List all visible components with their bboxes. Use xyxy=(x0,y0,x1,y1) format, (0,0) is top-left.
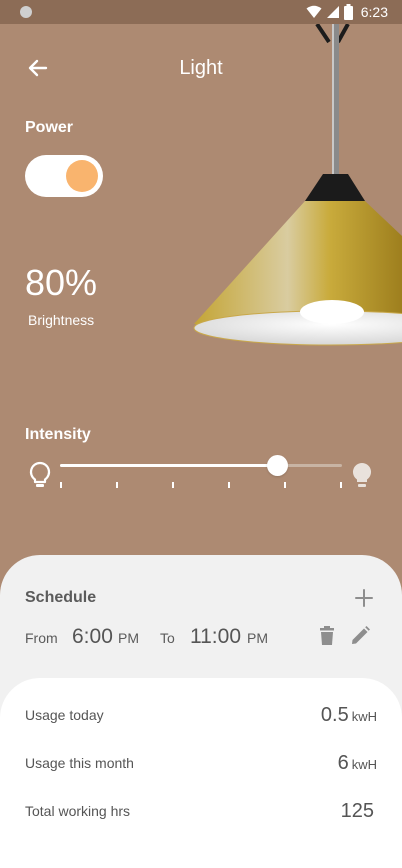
schedule-title: Schedule xyxy=(25,589,97,606)
lamp-bulb-glow xyxy=(300,300,364,324)
brightness-value: 80% xyxy=(25,262,98,303)
total-hours-label: Total working hrs xyxy=(25,803,131,819)
slider-tick xyxy=(172,482,174,488)
slider-thumb[interactable] xyxy=(267,455,288,476)
plus-icon xyxy=(355,589,373,607)
status-icons: 6:23 xyxy=(306,3,388,21)
lamp-wire-left xyxy=(315,24,331,44)
slider-tick xyxy=(228,482,230,488)
usage-month-number: 6 xyxy=(337,752,349,774)
lamp-wire-right xyxy=(336,24,350,43)
to-time[interactable]: 11:00 xyxy=(190,625,241,649)
usage-today-number: 0.5 xyxy=(320,704,349,726)
slider-fill xyxy=(60,464,277,467)
from-ampm: PM xyxy=(118,630,139,646)
trash-icon xyxy=(320,626,334,645)
add-schedule-button[interactable] xyxy=(352,586,376,610)
bulb-outline-icon xyxy=(29,461,51,487)
from-label: From xyxy=(25,630,58,646)
usage-month-label: Usage this month xyxy=(25,755,134,771)
lamp-cap xyxy=(305,174,365,201)
light-control-screen: 6:23 Light Power 80% Brightness Intensit… xyxy=(0,0,402,868)
battery-icon xyxy=(343,4,353,20)
usage-today-unit: kwH xyxy=(351,709,377,724)
intensity-label: Intensity xyxy=(25,426,91,443)
pencil-icon xyxy=(352,626,370,644)
notification-icon xyxy=(20,6,32,18)
edit-schedule-button[interactable] xyxy=(349,625,371,647)
pendant-lamp-illustration xyxy=(193,24,402,346)
total-hours-value: 125 xyxy=(341,800,377,823)
to-label: To xyxy=(160,630,175,646)
usage-today-value: 0.5 kwH xyxy=(321,704,377,727)
status-bar: 6:23 xyxy=(0,0,402,24)
from-time[interactable]: 6:00 xyxy=(72,625,113,649)
total-hours-number: 125 xyxy=(340,800,374,822)
lamp-shade xyxy=(194,201,402,324)
usage-card: Usage today 0.5 kwH Usage this month 6 kwH… xyxy=(0,678,402,868)
to-ampm: PM xyxy=(247,630,268,646)
bulb-filled-icon xyxy=(352,462,372,487)
power-toggle-knob xyxy=(66,160,98,192)
usage-month-unit: kwH xyxy=(351,757,377,772)
slider-tick xyxy=(60,482,62,488)
brightness-label: Brightness xyxy=(28,312,95,328)
power-toggle[interactable] xyxy=(25,155,103,197)
status-time: 6:23 xyxy=(360,4,388,20)
slider-tick xyxy=(340,482,342,488)
intensity-slider[interactable] xyxy=(60,450,342,490)
signal-icon xyxy=(326,6,339,18)
wifi-icon xyxy=(306,5,322,18)
usage-today-label: Usage today xyxy=(25,707,104,723)
usage-month-value: 6 kwH xyxy=(338,752,377,775)
slider-tick xyxy=(116,482,118,488)
slider-tick xyxy=(284,482,286,488)
delete-schedule-button[interactable] xyxy=(317,625,337,647)
power-label: Power xyxy=(25,119,74,136)
